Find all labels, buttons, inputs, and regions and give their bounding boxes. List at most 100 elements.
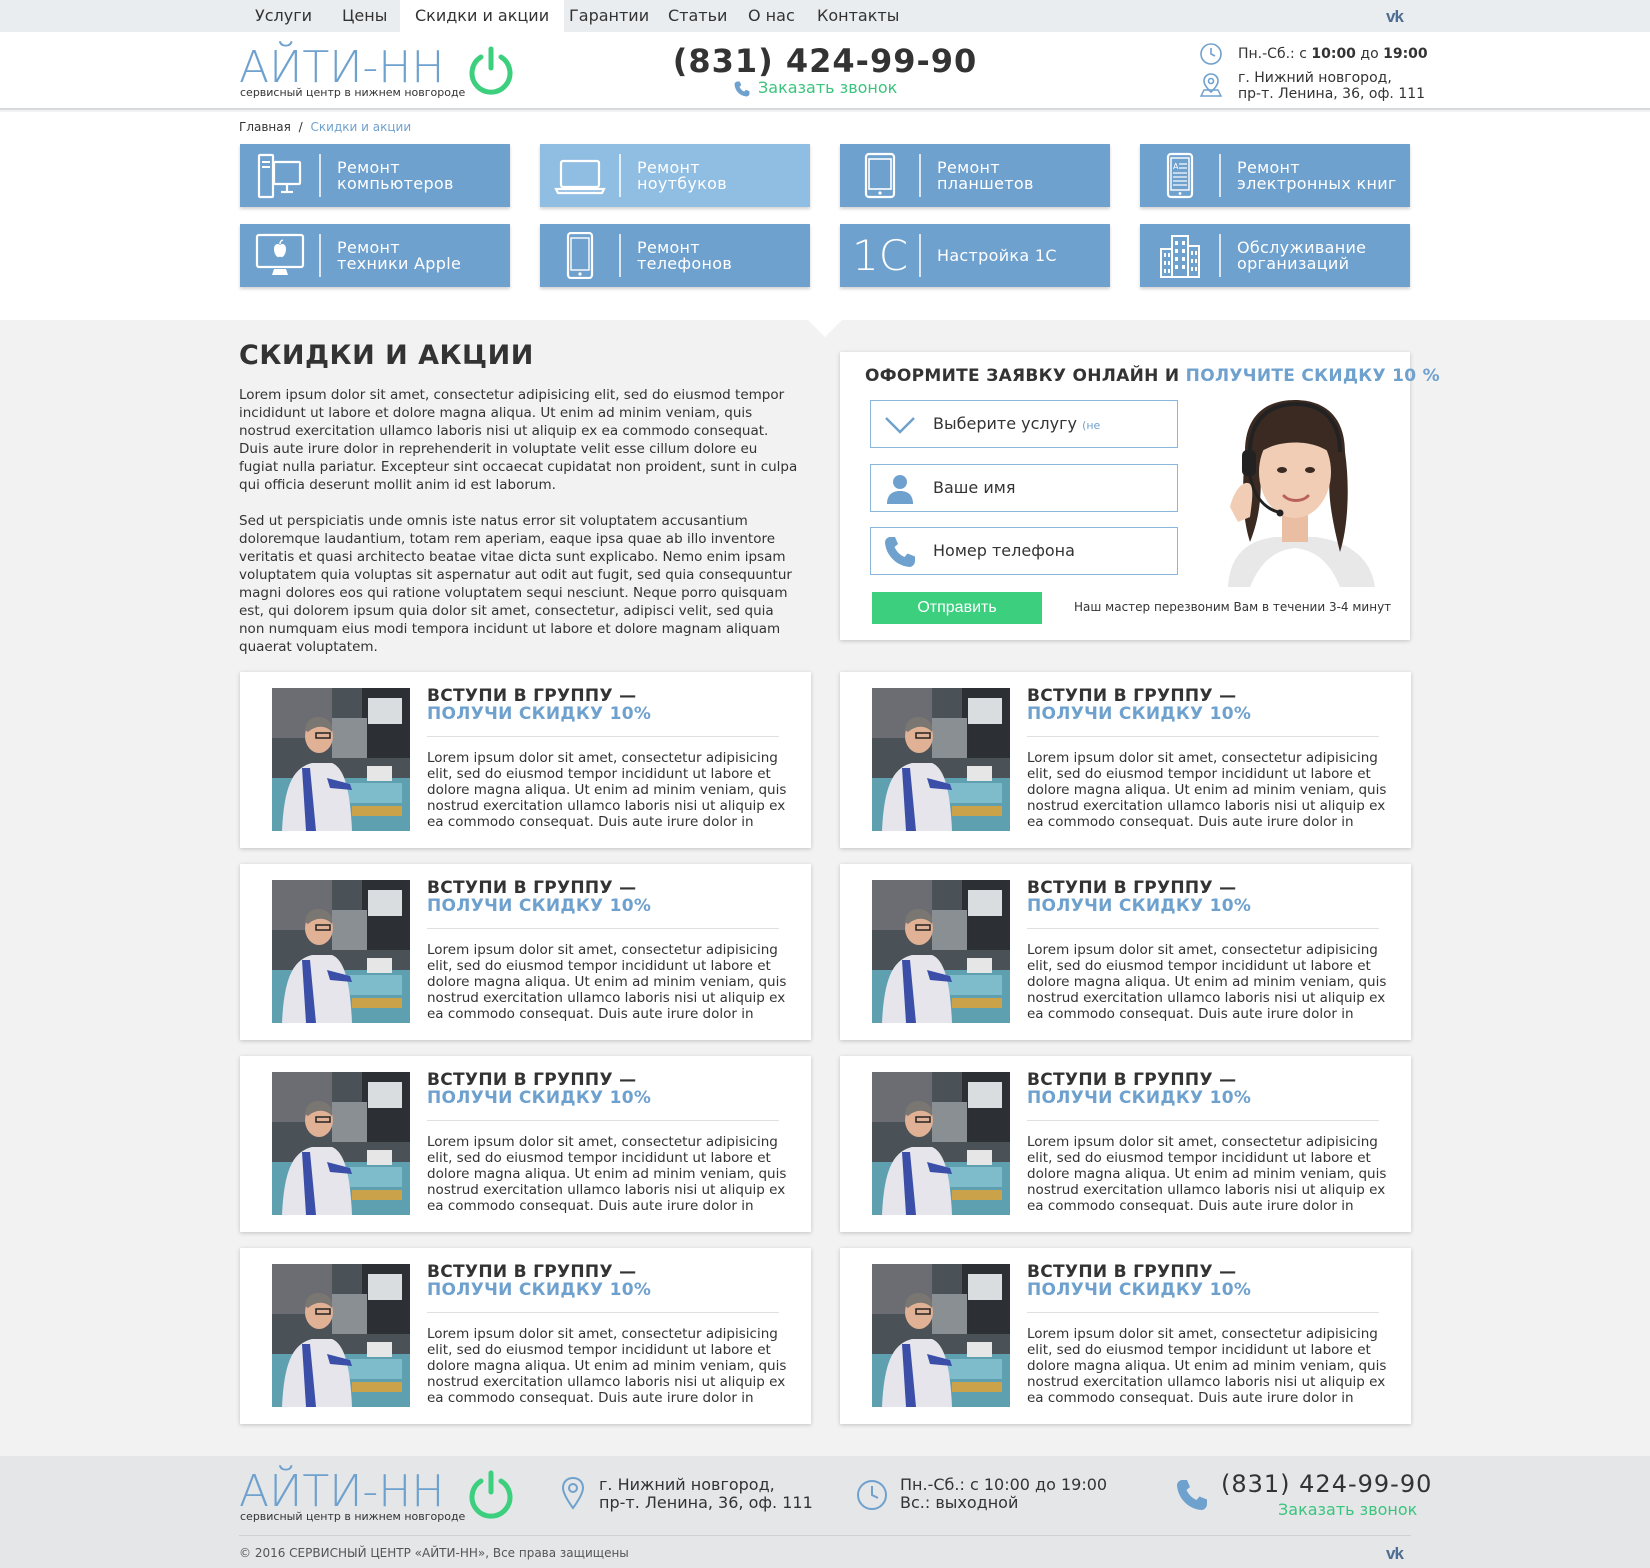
name-field[interactable]: Ваше имя bbox=[870, 464, 1178, 512]
promo-card-title: ВСТУПИ В ГРУППУ — bbox=[1027, 1262, 1237, 1282]
hours-mid: до bbox=[1355, 46, 1384, 62]
top-navigation: Услуги Цены Скидки и акции Гарантии Стат… bbox=[0, 0, 1650, 32]
service-label: Ремонт планшетов bbox=[937, 157, 1034, 193]
footer-logo-subtitle: сервисный центр в нижнем новгороде bbox=[240, 1510, 466, 1523]
promo-card[interactable]: ВСТУПИ В ГРУППУ — ПОЛУЧИ СКИДКУ 10% Lore… bbox=[840, 1056, 1411, 1232]
promo-card-divider bbox=[427, 1312, 779, 1313]
nav-item-contacts[interactable]: Контакты bbox=[802, 0, 914, 32]
promo-card-subtitle: ПОЛУЧИ СКИДКУ 10% bbox=[1027, 896, 1252, 916]
form-heading: ОФОРМИТЕ ЗАЯВКУ ОНЛАЙН И ПОЛУЧИТЕ СКИДКУ… bbox=[865, 366, 1440, 386]
service-label: Ремонт техники Apple bbox=[337, 237, 462, 273]
desktop-computer-icon bbox=[257, 153, 302, 199]
hours-from: 10:00 bbox=[1311, 46, 1356, 62]
user-icon bbox=[887, 475, 913, 504]
footer-address-line-2: пр-т. Ленина, 36, оф. 111 bbox=[599, 1493, 813, 1512]
promo-card-subtitle: ПОЛУЧИ СКИДКУ 10% bbox=[427, 1088, 652, 1108]
service-tile-organizations[interactable]: Обслуживание организаций bbox=[1140, 224, 1410, 287]
technician-photo bbox=[872, 1264, 1010, 1407]
site-footer: АЙТИ-НН сервисный центр в нижнем новгоро… bbox=[0, 1456, 1650, 1568]
promo-card-title: ВСТУПИ В ГРУППУ — bbox=[427, 1070, 637, 1090]
promo-card-text: Lorem ipsum dolor sit amet, consectetur … bbox=[427, 1134, 787, 1214]
promo-card-divider bbox=[1027, 928, 1379, 929]
page-title: СКИДКИ И АКЦИИ bbox=[239, 340, 534, 371]
intro-paragraph-2: Sed ut perspiciatis unde omnis iste natu… bbox=[239, 513, 792, 655]
promo-card-subtitle: ПОЛУЧИ СКИДКУ 10% bbox=[427, 1280, 652, 1300]
location-pin-icon bbox=[1199, 73, 1223, 97]
intro-text: Lorem ipsum dolor sit amet, consectetur … bbox=[239, 386, 799, 656]
band-notch bbox=[808, 320, 842, 337]
service-select-label: Выберите услугу bbox=[933, 414, 1077, 433]
promo-card[interactable]: ВСТУПИ В ГРУППУ — ПОЛУЧИ СКИДКУ 10% Lore… bbox=[240, 864, 811, 1040]
footer-hours-line-2: Вс.: выходной bbox=[900, 1493, 1019, 1512]
footer-callback-link[interactable]: Заказать звонок bbox=[1278, 1500, 1417, 1519]
promo-card-text: Lorem ipsum dolor sit amet, consectetur … bbox=[427, 1326, 787, 1406]
vk-icon[interactable]: vk bbox=[1386, 7, 1404, 27]
breadcrumb-current: Скидки и акции bbox=[310, 120, 412, 134]
nav-item-services[interactable]: Услуги bbox=[240, 0, 327, 32]
promo-card-text: Lorem ipsum dolor sit amet, consectetur … bbox=[1027, 750, 1387, 830]
svg-text:A: A bbox=[1173, 162, 1179, 171]
breadcrumb: Главная / Скидки и акции bbox=[239, 120, 411, 134]
promo-card[interactable]: ВСТУПИ В ГРУППУ — ПОЛУЧИ СКИДКУ 10% Lore… bbox=[240, 1248, 811, 1424]
clock-icon bbox=[857, 1480, 887, 1510]
form-heading-discount: ПОЛУЧИТЕ СКИДКУ 10 % bbox=[1185, 366, 1440, 386]
promo-card-subtitle: ПОЛУЧИ СКИДКУ 10% bbox=[1027, 1280, 1252, 1300]
form-heading-part-1: ОФОРМИТЕ ЗАЯВКУ ОНЛАЙН И bbox=[865, 366, 1186, 386]
service-tile-ebooks[interactable]: A Ремонт электронных книг bbox=[1140, 144, 1410, 207]
office-building-icon bbox=[1160, 235, 1200, 278]
footer-phone[interactable]: (831) 424-99-90 bbox=[1221, 1470, 1432, 1498]
footer-logo[interactable]: АЙТИ-НН сервисный центр в нижнем новгоро… bbox=[239, 1470, 519, 1526]
breadcrumb-home[interactable]: Главная bbox=[239, 120, 291, 134]
service-label: Ремонт электронных книг bbox=[1237, 157, 1397, 193]
phone-icon bbox=[885, 537, 915, 567]
promo-card[interactable]: ВСТУПИ В ГРУППУ — ПОЛУЧИ СКИДКУ 10% Lore… bbox=[840, 672, 1411, 848]
footer-logo-text: АЙТИ-НН bbox=[239, 1466, 445, 1517]
promo-card-text: Lorem ipsum dolor sit amet, consectetur … bbox=[427, 750, 787, 830]
hours-prefix: Пн.-Сб.: с bbox=[1238, 46, 1312, 62]
service-tile-tablets[interactable]: Ремонт планшетов bbox=[840, 144, 1110, 207]
service-tile-1c[interactable]: 1С Настройка 1С bbox=[840, 224, 1110, 287]
vk-icon[interactable]: vk bbox=[1386, 1544, 1404, 1564]
promo-card-divider bbox=[427, 736, 779, 737]
footer-hours-line-1: Пн.-Сб.: с 10:00 до 19:00 bbox=[900, 1475, 1108, 1494]
promo-card[interactable]: ВСТУПИ В ГРУППУ — ПОЛУЧИ СКИДКУ 10% Lore… bbox=[840, 864, 1411, 1040]
breadcrumb-separator: / bbox=[298, 120, 303, 134]
promo-card[interactable]: ВСТУПИ В ГРУППУ — ПОЛУЧИ СКИДКУ 10% Lore… bbox=[240, 1056, 811, 1232]
phone-field[interactable]: Номер телефона bbox=[870, 527, 1178, 575]
promo-card-title: ВСТУПИ В ГРУППУ — bbox=[427, 878, 637, 898]
tile-separator bbox=[319, 234, 321, 277]
technician-photo bbox=[872, 880, 1010, 1023]
nav-item-guarantees[interactable]: Гарантии bbox=[554, 0, 664, 32]
callback-link[interactable]: Заказать звонок bbox=[733, 78, 933, 100]
promo-card-divider bbox=[1027, 736, 1379, 737]
service-tile-computers[interactable]: Ремонт компьютеров bbox=[240, 144, 510, 207]
nav-item-articles[interactable]: Статьи bbox=[653, 0, 742, 32]
technician-photo bbox=[872, 688, 1010, 831]
tile-separator bbox=[1219, 234, 1221, 277]
online-request-form: ОФОРМИТЕ ЗАЯВКУ ОНЛАЙН И ПОЛУЧИТЕ СКИДКУ… bbox=[840, 352, 1440, 640]
promo-card-title: ВСТУПИ В ГРУППУ — bbox=[427, 686, 637, 706]
phone-icon bbox=[1177, 1480, 1207, 1510]
service-tile-laptops[interactable]: Ремонт ноутбуков bbox=[540, 144, 810, 207]
submit-button[interactable]: Отправить bbox=[872, 592, 1042, 624]
service-tile-apple[interactable]: Ремонт техники Apple bbox=[240, 224, 510, 287]
phone-icon bbox=[734, 81, 750, 97]
nav-item-prices[interactable]: Цены bbox=[327, 0, 402, 32]
nav-item-about[interactable]: О нас bbox=[733, 0, 810, 32]
promo-card[interactable]: ВСТУПИ В ГРУППУ — ПОЛУЧИ СКИДКУ 10% Lore… bbox=[840, 1248, 1411, 1424]
apple-monitor-icon bbox=[255, 233, 305, 275]
promo-card[interactable]: ВСТУПИ В ГРУППУ — ПОЛУЧИ СКИДКУ 10% Lore… bbox=[240, 672, 811, 848]
service-label: Ремонт компьютеров bbox=[337, 157, 454, 193]
site-header: АЙТИ-НН сервисный центр в нижнем новгоро… bbox=[0, 32, 1650, 110]
form-note: Наш мастер перезвоним Вам в течении 3-4 … bbox=[1074, 600, 1392, 614]
tile-separator bbox=[619, 154, 621, 197]
technician-photo bbox=[272, 1264, 410, 1407]
promo-card-subtitle: ПОЛУЧИ СКИДКУ 10% bbox=[427, 704, 652, 724]
promo-card-divider bbox=[427, 928, 779, 929]
service-select[interactable]: Выберите услугу (не обязательно) bbox=[870, 400, 1178, 480]
service-select-value: Выберите услугу (не обязательно) bbox=[933, 401, 1177, 480]
header-address: г. Нижний новгород, пр-т. Ленина, 36, оф… bbox=[1238, 70, 1425, 102]
service-tile-phones[interactable]: Ремонт телефонов bbox=[540, 224, 810, 287]
nav-item-discounts[interactable]: Скидки и акции bbox=[400, 0, 565, 32]
promo-card-divider bbox=[1027, 1120, 1379, 1121]
